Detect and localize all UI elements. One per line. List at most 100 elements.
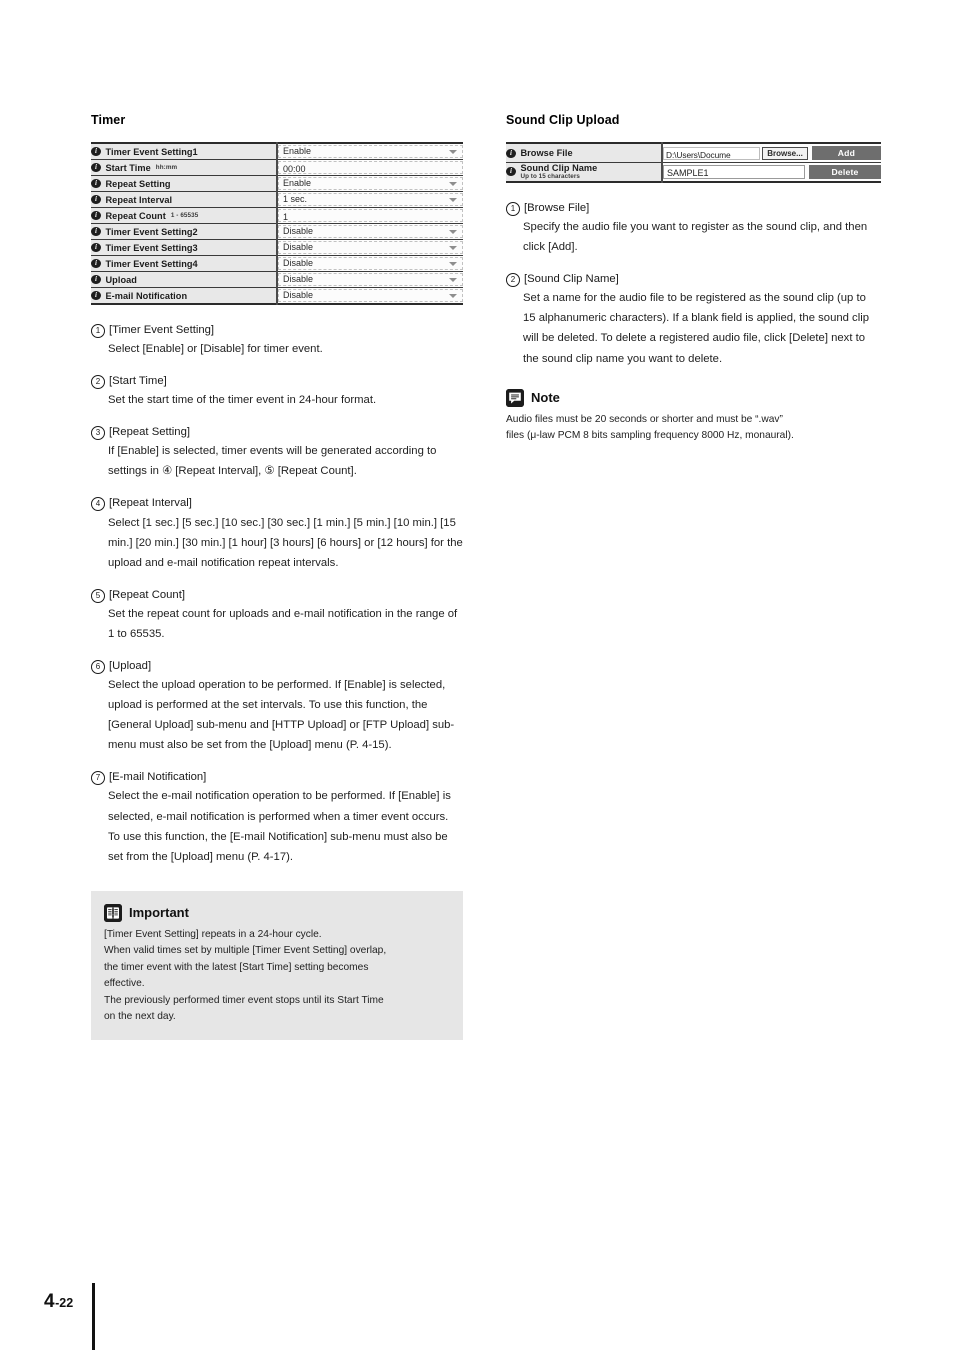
list-item-title: 5 [Repeat Count] [91, 587, 463, 603]
setting-label-cell: i E-mail Notification [91, 287, 278, 304]
list-item-title: 2 [Start Time] [91, 373, 463, 390]
important-callout-title: Important [129, 905, 189, 921]
important-icon [104, 903, 122, 922]
setting-label-cell: i Upload [91, 271, 278, 288]
table-row: i E-mail Notification Disable [91, 287, 463, 304]
sound-clip-name-input[interactable]: SAMPLE1 [663, 165, 806, 179]
setting-value-cell: 1 sec. [277, 191, 463, 208]
list-item-title: 4 [Repeat Interval] [91, 495, 463, 512]
setting-select[interactable]: Disable [278, 289, 463, 302]
note-icon [506, 388, 524, 407]
chevron-down-icon [449, 149, 457, 154]
setting-value-cell: Enable [277, 143, 463, 160]
list-item-title: 1 [Browse File] [506, 200, 881, 216]
setting-select-value: Enable [283, 178, 312, 188]
list-item-label: [Repeat Count] [109, 588, 185, 601]
table-row: i Timer Event Setting4 Disable [91, 255, 463, 272]
important-line: on the next day. [104, 1011, 176, 1023]
setting-value-cell: Disable [277, 271, 463, 288]
list-item-body: Set the repeat count for uploads and e-m… [108, 607, 458, 640]
browse-button[interactable]: Browse... [762, 146, 808, 160]
sound-clip-name-hint: Up to 15 characters [520, 172, 580, 180]
chapter-number: 4 [44, 1291, 55, 1312]
file-path-input[interactable]: D:\Users\Docume [663, 146, 761, 160]
setting-select[interactable]: Enable [278, 145, 463, 158]
setting-hint: hh:mm [155, 164, 178, 171]
setting-label: Repeat Interval [105, 194, 173, 205]
chevron-down-icon [449, 293, 457, 298]
list-item-title: 7 [E-mail Notification] [91, 769, 463, 786]
chevron-down-icon [449, 277, 457, 282]
timer-description-list: 1 [Timer Event Setting] Select [Enable] or… [91, 322, 463, 867]
list-item: 1 [Browse File] Specify the audio file you… [506, 200, 881, 257]
sound-clip-name-label-cell: i Sound Clip Name Up to 15 characters [506, 162, 663, 182]
page-title-sound-clip-upload: Sound Clip Upload [506, 113, 620, 127]
delete-button[interactable]: Delete [809, 165, 881, 179]
chevron-down-icon [449, 261, 457, 266]
info-icon: i [506, 167, 516, 177]
list-item-number: 2 [506, 273, 520, 288]
setting-select[interactable]: Enable [278, 177, 463, 190]
add-button[interactable]: Add [811, 146, 881, 160]
chevron-down-icon [449, 245, 457, 250]
info-icon: i [91, 147, 101, 156]
list-item: 4 [Repeat Interval] Select [1 sec.] [5 sec… [91, 495, 463, 572]
setting-label: Timer Event Setting3 [105, 242, 198, 253]
setting-label: Timer Event Setting4 [105, 258, 198, 269]
table-row: i Repeat Setting Enable [91, 175, 463, 192]
setting-select-value: 1 sec. [283, 194, 308, 204]
table-row: i Repeat Interval 1 sec. [91, 191, 463, 208]
setting-select[interactable]: 1 sec. [278, 193, 463, 206]
setting-label-cell: i Start Time hh:mm [91, 159, 278, 176]
chevron-down-icon [449, 181, 457, 186]
list-item-body: Set a name for the audio file to be regi… [523, 292, 870, 365]
footer-rule [92, 1283, 95, 1350]
setting-label: E-mail Notification [105, 290, 188, 301]
list-item-number: 6 [91, 660, 105, 674]
setting-text-input[interactable]: 00:00 [278, 161, 463, 174]
list-item: 2 [Sound Clip Name] Set a name for the aud… [506, 271, 881, 368]
list-item-body: Select the e-mail notification operation… [108, 790, 451, 863]
setting-value-cell: Disable [277, 223, 463, 240]
list-item: 5 [Repeat Count] Set the repeat count for … [91, 587, 463, 644]
info-icon: i [506, 148, 516, 158]
list-item-number: 5 [91, 588, 105, 603]
list-item-label: [E-mail Notification] [109, 771, 207, 784]
sound-clip-upload-table: i Browse File D:\Users\Docume Browse... … [506, 142, 881, 183]
setting-select[interactable]: Disable [278, 241, 463, 254]
setting-select[interactable]: Disable [278, 273, 463, 286]
setting-select[interactable]: Disable [278, 257, 463, 270]
setting-value-cell: Disable [277, 239, 463, 256]
setting-value-cell: 1 [277, 207, 463, 224]
list-item-number: 1 [506, 202, 520, 216]
table-row: i Timer Event Setting2 Disable [91, 223, 463, 240]
sound-clip-name-value-cell: SAMPLE1 Delete [662, 162, 881, 182]
setting-select-value: Disable [283, 290, 314, 300]
setting-label-cell: i Repeat Interval [91, 191, 278, 208]
note-callout-header: Note [506, 388, 881, 407]
info-icon: i [91, 163, 101, 172]
info-icon: i [91, 275, 101, 284]
list-item-number: 4 [91, 497, 105, 512]
list-item-body: Select [1 sec.] [5 sec.] [10 sec.] [30 s… [108, 516, 463, 569]
setting-select[interactable]: Disable [278, 225, 463, 238]
table-row: i Repeat Count 1 - 65535 1 [91, 207, 463, 224]
setting-label: Repeat Count [105, 210, 166, 221]
page-number: -22 [55, 1296, 74, 1310]
list-item-title: 6 [Upload] [91, 658, 463, 674]
note-callout: Note Audio files must be 20 seconds or s… [506, 388, 881, 445]
note-line: files (μ-law PCM 8 bits sampling frequen… [506, 430, 794, 442]
setting-select-value: Disable [283, 258, 314, 268]
list-item-number: 3 [91, 426, 105, 441]
setting-label-cell: i Timer Event Setting2 [91, 223, 278, 240]
list-item-body: Specify the audio file you want to regis… [523, 221, 868, 254]
important-line: When valid times set by multiple [Timer … [104, 945, 387, 957]
list-item: 1 [Timer Event Setting] Select [Enable] or… [91, 322, 463, 359]
setting-text-input[interactable]: 1 [278, 209, 463, 222]
setting-label: Timer Event Setting1 [105, 146, 198, 157]
setting-label: Repeat Setting [105, 178, 171, 189]
setting-hint: 1 - 65535 [170, 212, 199, 219]
list-item-label: [Upload] [109, 660, 152, 672]
table-row: i Timer Event Setting3 Disable [91, 239, 463, 256]
info-icon: i [91, 291, 101, 300]
